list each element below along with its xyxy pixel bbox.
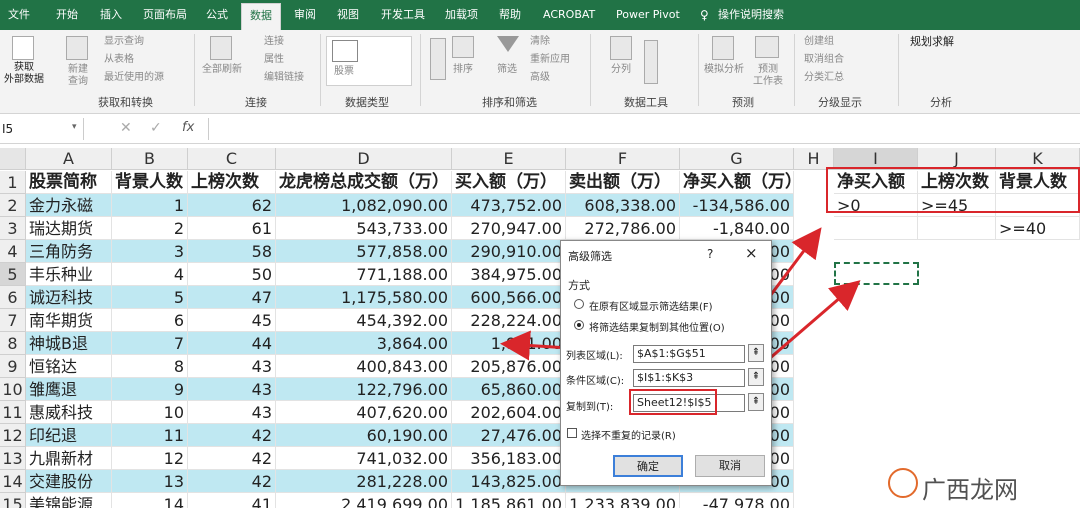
criteria-range-label: 条件区域(C): xyxy=(566,376,625,387)
radio-copy-to-location-label: 将筛选结果复制到其他位置(O) xyxy=(589,323,725,334)
dialog-title: 高级筛选 xyxy=(568,250,612,263)
list-range-field[interactable]: $A$1:$G$51 xyxy=(633,345,745,363)
copy-to-highlight xyxy=(629,389,717,415)
ok-button[interactable]: 确定 xyxy=(613,455,683,477)
unique-records-label: 选择不重复的记录(R) xyxy=(581,431,676,442)
collapse-dialog-icon[interactable]: ⇞ xyxy=(748,393,764,411)
list-range-label: 列表区域(L): xyxy=(566,351,623,362)
copy-to-label: 复制到(T): xyxy=(566,402,614,413)
radio-filter-in-place-label: 在原有区域显示筛选结果(F) xyxy=(589,302,713,313)
annotation-arrows xyxy=(500,227,861,398)
close-button[interactable]: × xyxy=(745,244,758,262)
collapse-dialog-icon[interactable]: ⇞ xyxy=(748,344,764,362)
radio-filter-in-place[interactable] xyxy=(574,299,584,309)
cancel-button[interactable]: 取消 xyxy=(695,455,765,477)
watermark: 广西龙网 xyxy=(922,476,1018,504)
radio-copy-to-location[interactable] xyxy=(574,320,584,330)
collapse-dialog-icon[interactable]: ⇞ xyxy=(748,368,764,386)
criteria-range-field[interactable]: $I$1:$K$3 xyxy=(633,369,745,387)
help-button[interactable]: ? xyxy=(707,247,713,261)
unique-records-checkbox[interactable] xyxy=(567,428,577,438)
mode-label: 方式 xyxy=(568,279,590,292)
watermark-logo-icon xyxy=(888,468,918,498)
advanced-filter-dialog: 高级筛选 ? × 方式 在原有区域显示筛选结果(F) 将筛选结果复制到其他位置(… xyxy=(560,240,772,486)
